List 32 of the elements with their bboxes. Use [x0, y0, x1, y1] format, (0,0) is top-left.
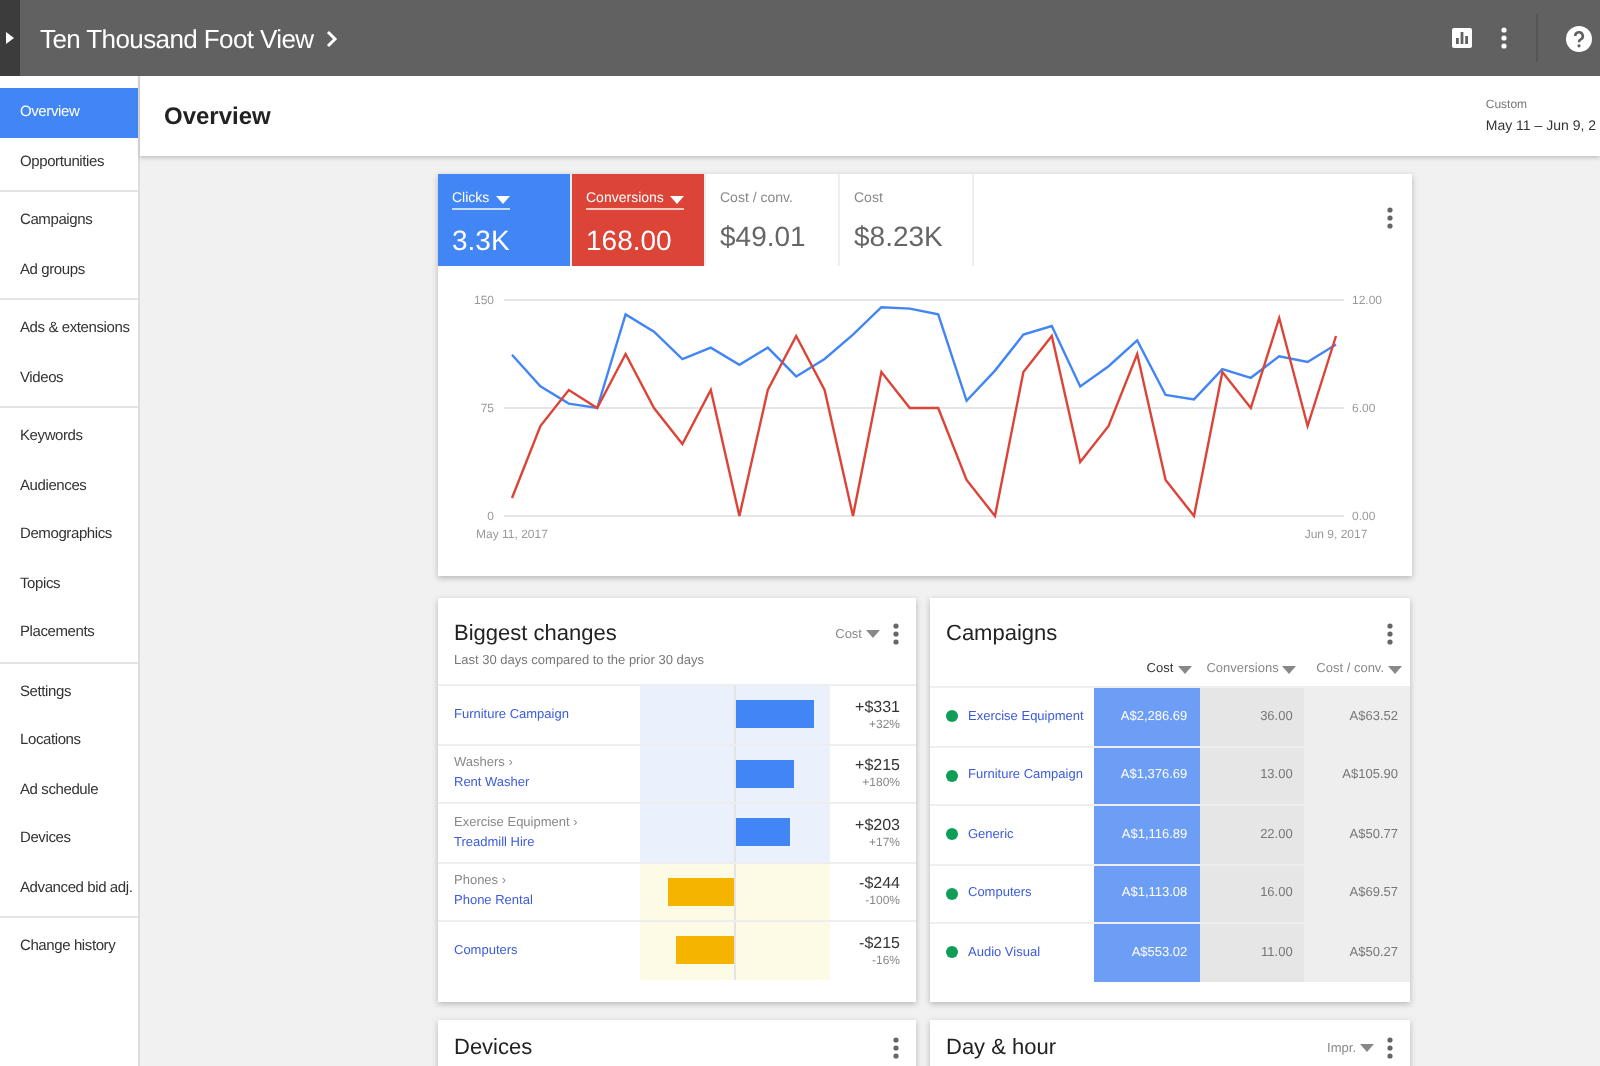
more-icon[interactable] [1386, 206, 1394, 230]
more-icon[interactable] [1386, 622, 1394, 646]
change-amount: -$215 [859, 933, 900, 952]
card-title: Biggest changes [454, 622, 619, 646]
caret-icon [1177, 665, 1192, 673]
bar-chart-icon[interactable] [1452, 28, 1472, 48]
caret-icon [669, 195, 684, 203]
chevron-right-icon[interactable] [325, 29, 338, 47]
caret-icon [495, 195, 510, 203]
account-title: Ten Thousand Foot View [40, 23, 314, 53]
more-icon[interactable] [892, 1036, 900, 1060]
change-amount: +$331 [855, 697, 900, 716]
expand-icon[interactable] [6, 32, 14, 44]
more-options-icon[interactable] [1500, 26, 1508, 50]
page-title: Overview [164, 102, 271, 130]
more-icon[interactable] [1386, 1036, 1394, 1060]
metric-value: $49.01 [720, 220, 808, 252]
metric-value: 168.00 [586, 224, 674, 256]
change-amount: -$244 [859, 874, 900, 893]
help-icon[interactable] [1566, 25, 1592, 51]
caret-icon [1360, 1044, 1374, 1052]
caret-icon [866, 630, 880, 638]
change-amount: +$215 [855, 756, 900, 775]
caret-icon [1388, 665, 1403, 673]
more-icon[interactable] [892, 622, 900, 646]
card-title: Devices [454, 1036, 535, 1060]
card-title: Day & hour [946, 1036, 1059, 1060]
metric-value: $8.23K [854, 220, 945, 252]
card-title: Campaigns [946, 622, 1060, 646]
caret-icon [1282, 665, 1297, 673]
change-amount: +$203 [855, 815, 900, 834]
metric-value: 3.3K [452, 224, 512, 256]
